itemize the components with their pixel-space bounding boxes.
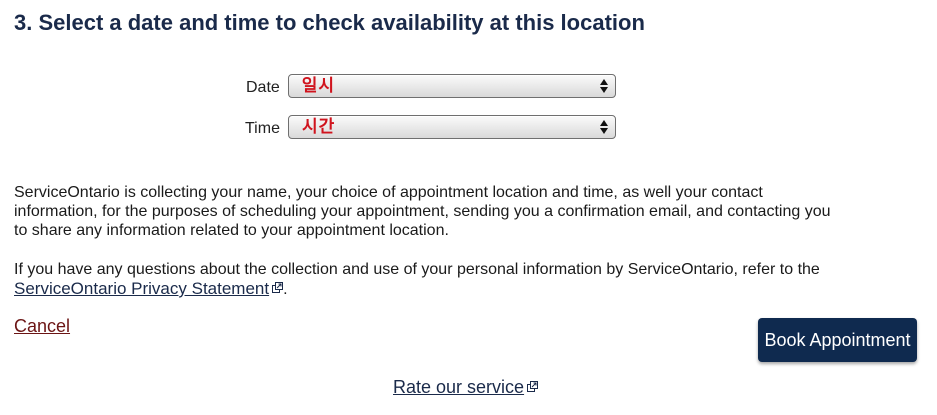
select-arrows-icon bbox=[599, 79, 608, 93]
rate-service-label: Rate our service bbox=[393, 377, 525, 397]
privacy-statement-link-label: ServiceOntario Privacy Statement bbox=[14, 279, 270, 298]
external-link-icon bbox=[527, 381, 539, 392]
book-appointment-button[interactable]: Book Appointment bbox=[758, 318, 917, 362]
date-select[interactable]: 일시 bbox=[287, 74, 616, 98]
date-select-value: 일시 bbox=[301, 76, 336, 95]
section-heading: 3. Select a date and time to check avail… bbox=[14, 10, 645, 35]
date-label: Date bbox=[246, 79, 280, 96]
external-link-icon bbox=[272, 282, 284, 293]
privacy-period: . bbox=[283, 281, 288, 298]
date-field-row: Date 일시 bbox=[246, 73, 616, 99]
time-select-value: 시간 bbox=[301, 117, 336, 136]
rate-service-link[interactable]: Rate our service bbox=[393, 377, 539, 398]
privacy-statement-link[interactable]: ServiceOntario Privacy Statement bbox=[14, 279, 284, 298]
time-label: Time bbox=[245, 120, 280, 137]
privacy-contact-text: If you have any questions about the coll… bbox=[14, 261, 820, 278]
time-select[interactable]: 시간 bbox=[287, 115, 616, 139]
privacy-notice-paragraph: ServiceOntario is collecting your name, … bbox=[14, 184, 831, 239]
cancel-link[interactable]: Cancel bbox=[14, 316, 70, 337]
time-field-row: Time 시간 bbox=[245, 114, 616, 140]
select-arrows-icon bbox=[599, 120, 608, 134]
privacy-contact-paragraph: If you have any questions about the coll… bbox=[14, 260, 844, 299]
